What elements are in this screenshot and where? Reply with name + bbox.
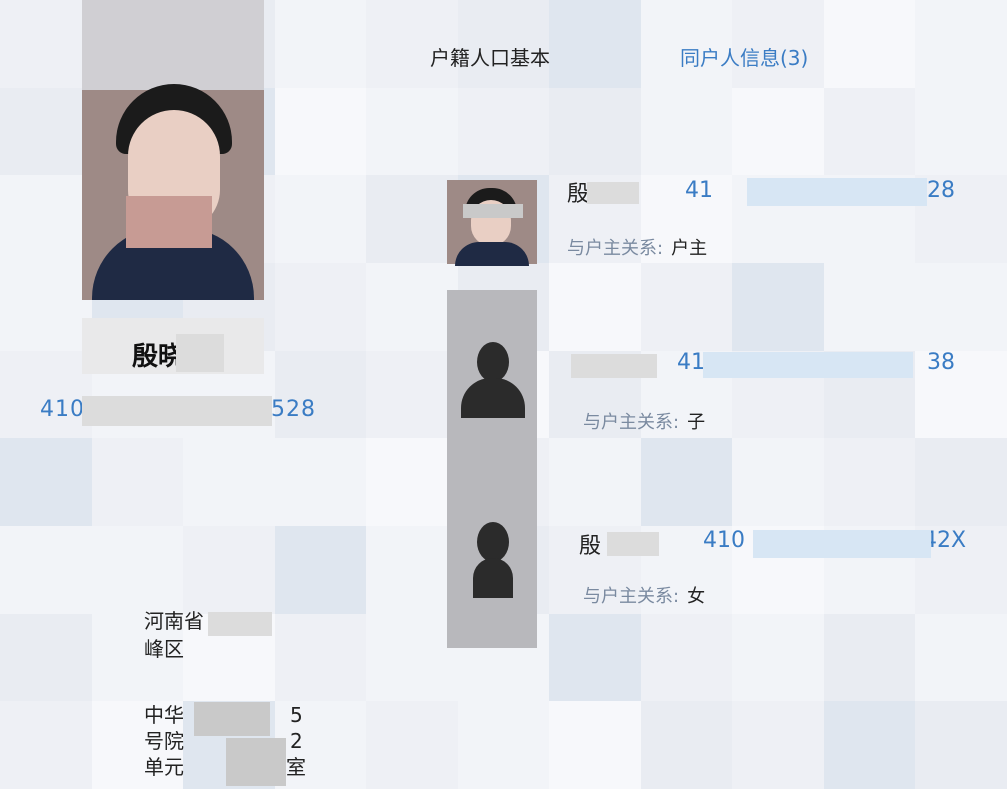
list-item[interactable]: 殷 410 42X 与户主关系: 女 — [447, 462, 1007, 648]
profile-photo — [82, 0, 264, 300]
redaction-block — [82, 396, 272, 426]
address-line: 5 — [290, 703, 303, 727]
member-relation: 与户主关系: 女 — [583, 586, 706, 607]
redaction-block — [571, 354, 657, 378]
member-relation: 与户主关系: 户主 — [567, 238, 708, 259]
redaction-block — [587, 182, 639, 204]
address-line: 中华 — [144, 703, 184, 727]
redaction-block — [126, 196, 212, 248]
address-line: 号院 — [144, 729, 184, 753]
redaction-block — [226, 738, 286, 786]
tab-basic-info[interactable]: 户籍人口基本 — [430, 42, 550, 71]
list-item[interactable]: 殷晓 4128 与户主关系:户主 — [447, 158, 1007, 268]
address-line: 2 — [290, 729, 303, 753]
address-line: 室 — [286, 755, 306, 779]
member-name: 殷 — [579, 534, 602, 559]
person-silhouette-icon — [477, 342, 509, 382]
redaction-block — [753, 530, 931, 558]
member-avatar — [447, 462, 537, 648]
member-relation: 与户主关系: 子 — [583, 412, 706, 433]
redaction-block — [176, 334, 224, 372]
redaction-block — [703, 352, 913, 378]
member-avatar — [447, 290, 537, 462]
address-line: 河南省 — [144, 609, 204, 633]
address-line: 峰区 — [144, 637, 184, 661]
redaction-block — [747, 178, 927, 206]
redaction-block — [607, 532, 659, 556]
redaction-block — [208, 612, 272, 636]
member-photo — [447, 180, 537, 266]
redaction-block — [194, 702, 270, 736]
tab-household-members[interactable]: 同户人信息(3) — [680, 42, 808, 71]
household-member-list: 殷晓 4128 与户主关系:户主 4138 与户主关系:子 殷 — [447, 158, 1007, 648]
list-item[interactable]: 41 38 与户主关系: 子 — [447, 290, 1007, 462]
person-silhouette-icon — [477, 522, 509, 562]
address-line: 单元 — [144, 755, 184, 779]
